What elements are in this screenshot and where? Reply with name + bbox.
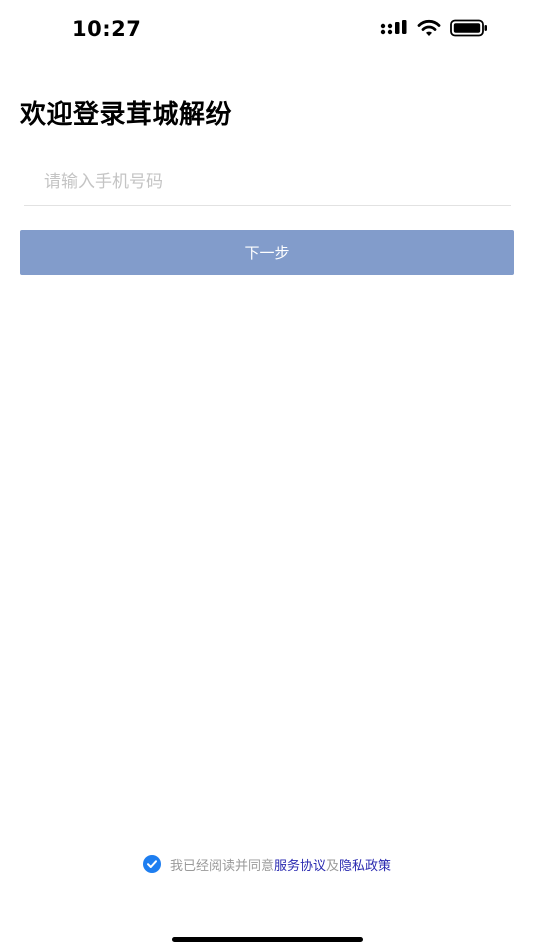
service-agreement-link[interactable]: 服务协议 <box>274 855 326 874</box>
login-screen: 10:27 欢迎登录茸城解纷 请输入手机号码 下一步 我已经阅读并同意 服务协议… <box>0 0 534 950</box>
phone-field <box>24 160 511 206</box>
phone-input[interactable] <box>24 160 511 204</box>
checkmark-icon <box>146 860 157 868</box>
page-title: 欢迎登录茸城解纷 <box>20 100 233 130</box>
battery-icon <box>450 19 488 41</box>
status-time: 10:27 <box>72 17 142 41</box>
agree-checkbox[interactable] <box>142 855 161 873</box>
home-indicator <box>172 937 363 942</box>
agreement-conjunction: 及 <box>326 858 340 874</box>
wifi-icon <box>417 19 441 41</box>
status-bar: 10:27 <box>0 0 534 62</box>
agreement-row: 我已经阅读并同意 服务协议 及 隐私政策 <box>0 853 534 875</box>
next-button[interactable]: 下一步 <box>20 230 514 275</box>
privacy-policy-link[interactable]: 隐私政策 <box>339 855 391 874</box>
status-icons <box>380 19 488 41</box>
agreement-prefix: 我已经阅读并同意 <box>169 858 274 874</box>
cellular-signal-icon <box>380 19 408 41</box>
